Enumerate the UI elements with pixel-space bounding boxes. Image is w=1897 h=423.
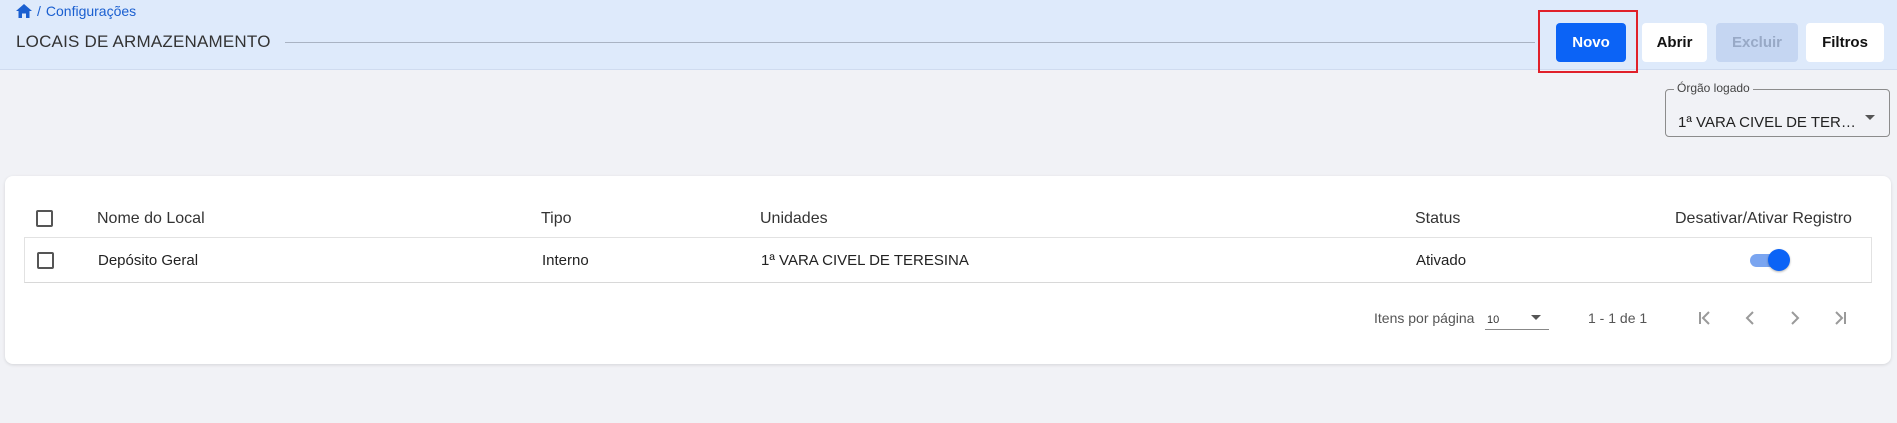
toggle-thumb: [1768, 249, 1790, 271]
abrir-button[interactable]: Abrir: [1642, 23, 1707, 62]
cell-status: Ativado: [1416, 251, 1467, 269]
cell-nome: Depósito Geral: [98, 251, 199, 269]
cell-unidades: 1ª VARA CIVEL DE TERESINA: [761, 251, 969, 269]
novo-button[interactable]: Novo: [1556, 23, 1626, 62]
header-status[interactable]: Status: [1415, 200, 1460, 237]
page-title: LOCAIS DE ARMAZENAMENTO: [16, 32, 271, 51]
orgao-logado-select[interactable]: Órgão logado 1ª VARA CIVEL DE TERESINA: [1665, 81, 1890, 137]
pagination-range: 1 - 1 de 1: [1588, 310, 1648, 326]
chevron-down-icon: [1865, 115, 1875, 120]
previous-page-icon[interactable]: [1738, 306, 1762, 330]
orgao-logado-value: 1ª VARA CIVEL DE TERESINA: [1678, 114, 1858, 131]
row-check-cell: [37, 238, 54, 282]
breadcrumb-separator: /: [37, 3, 41, 19]
cell-toggle: [1750, 238, 1790, 282]
table-row[interactable]: Depósito Geral Interno 1ª VARA CIVEL DE …: [24, 238, 1872, 283]
pagination-label: Itens por página: [1374, 310, 1475, 326]
select-all-cell: [36, 200, 53, 237]
header-tipo[interactable]: Tipo: [541, 200, 572, 237]
breadcrumb: / Configurações: [16, 3, 136, 19]
table-header: Nome do Local Tipo Unidades Status Desat…: [24, 200, 1872, 238]
cell-tipo: Interno: [542, 251, 589, 269]
chevron-down-icon: [1531, 315, 1541, 320]
first-page-icon[interactable]: [1693, 306, 1717, 330]
breadcrumb-current[interactable]: Configurações: [46, 3, 136, 19]
next-page-icon[interactable]: [1783, 306, 1807, 330]
page-header: / Configurações LOCAIS DE ARMAZENAMENTO …: [0, 0, 1897, 73]
filtros-button[interactable]: Filtros: [1806, 23, 1884, 62]
header-toggle: Desativar/Ativar Registro: [1675, 209, 1852, 227]
ativar-toggle[interactable]: [1750, 249, 1790, 271]
excluir-button: Excluir: [1716, 23, 1798, 62]
table-card: Nome do Local Tipo Unidades Status Desat…: [5, 176, 1891, 364]
last-page-icon[interactable]: [1828, 306, 1852, 330]
page-size-value: 10: [1487, 313, 1500, 326]
header-unidades[interactable]: Unidades: [760, 200, 828, 237]
row-checkbox[interactable]: [37, 251, 54, 269]
home-icon[interactable]: [16, 4, 32, 18]
page-size-select[interactable]: 10: [1485, 306, 1549, 330]
header-nome[interactable]: Nome do Local: [97, 200, 205, 237]
title-divider: [285, 42, 1535, 43]
orgao-logado-label: Órgão logado: [1674, 81, 1753, 95]
select-all-checkbox[interactable]: [36, 210, 53, 227]
